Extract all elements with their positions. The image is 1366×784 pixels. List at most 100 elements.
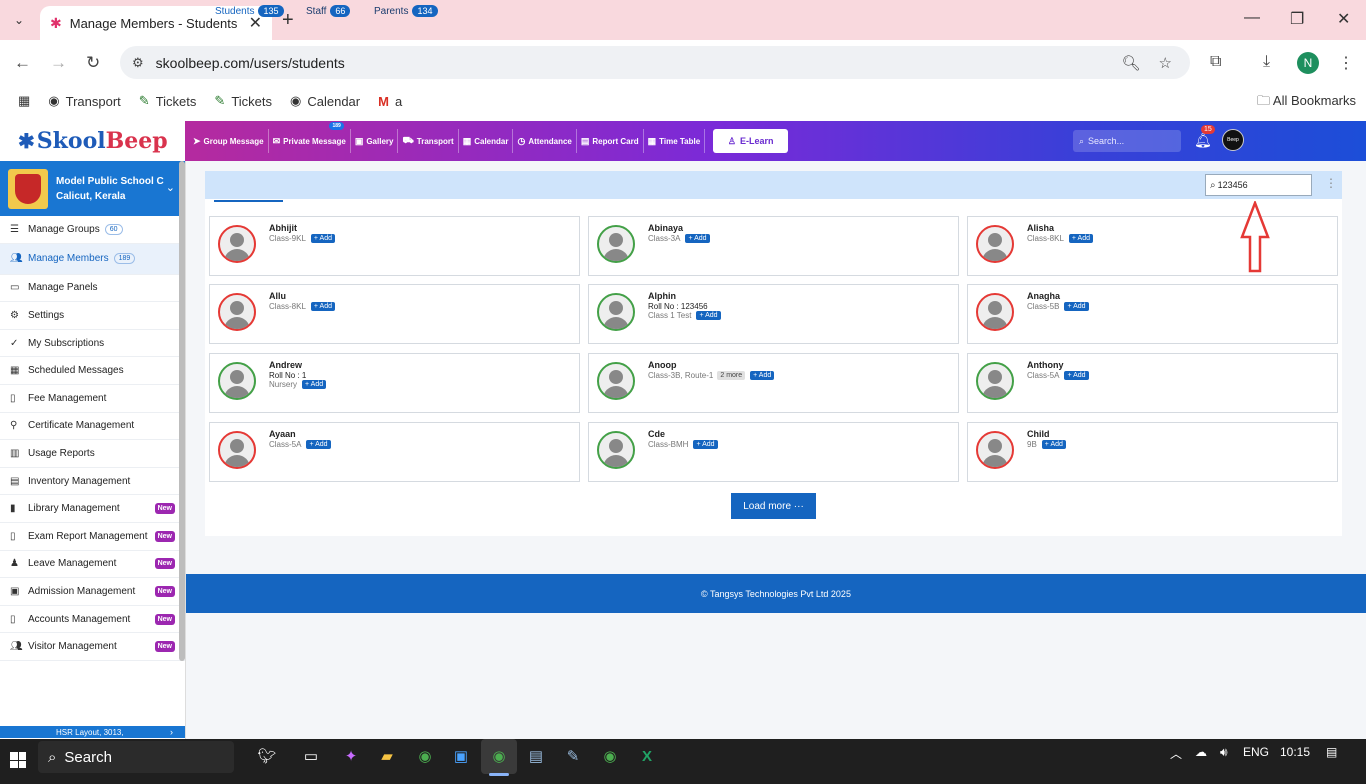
restore-icon[interactable]: ❐ <box>1290 9 1304 29</box>
add-button[interactable]: + Add <box>306 440 331 449</box>
task-view-icon[interactable]: ▭ <box>300 745 322 767</box>
nav-time-table[interactable]: ▦ Time Table <box>644 129 706 153</box>
member-card[interactable]: Child 9B + Add <box>967 422 1338 482</box>
notifications-icon[interactable]: ▤ <box>1326 745 1337 759</box>
site-info-icon[interactable]: ⚙ <box>132 55 144 71</box>
store-icon[interactable]: ▣ <box>450 745 472 767</box>
sidebar-item-fee-management[interactable]: ▯ Fee Management <box>0 385 185 413</box>
more-classes-badge[interactable]: 2 more <box>717 371 746 380</box>
load-more-button[interactable]: Load more ··· <box>731 493 816 519</box>
tab-staff[interactable]: Staff 66 <box>306 5 351 17</box>
excel-icon[interactable]: X <box>636 745 658 767</box>
new-tab-icon[interactable]: + <box>282 9 294 32</box>
notepad-icon[interactable]: ▤ <box>525 745 547 767</box>
add-button[interactable]: + Add <box>693 440 718 449</box>
chrome-active-icon[interactable]: ◉ <box>488 745 510 767</box>
add-button[interactable]: + Add <box>310 234 336 243</box>
zoom-icon[interactable]: 🔍︎ <box>1122 54 1141 72</box>
copilot-icon[interactable]: ✦ <box>340 745 362 767</box>
chevron-right-icon[interactable]: › <box>170 727 173 737</box>
member-card[interactable]: Andrew Roll No : 1 Nursery + Add <box>209 353 580 413</box>
school-selector[interactable]: Model Public School C Calicut, Kerala ⌄ <box>0 161 185 216</box>
bookmark-tickets-2[interactable]: ✎ Tickets <box>214 93 272 109</box>
member-card[interactable]: Abhijit Class-9KL + Add <box>209 216 580 276</box>
user-avatar[interactable]: Beep <box>1222 129 1244 151</box>
sidebar-item-inventory-management[interactable]: ▤ Inventory Management <box>0 468 185 496</box>
minimize-icon[interactable]: — <box>1244 9 1260 27</box>
add-button[interactable]: + Add <box>310 302 336 311</box>
url-text[interactable]: skoolbeep.com/users/students <box>156 55 1122 71</box>
volume-icon[interactable]: 🔊︎ <box>1220 745 1228 760</box>
bell-icon[interactable]: 🔔︎ <box>1194 132 1212 149</box>
sidebar-item-leave-management[interactable]: ♟ Leave Management New <box>0 551 185 579</box>
sidebar-item-certificate-management[interactable]: ⚲ Certificate Management <box>0 413 185 441</box>
add-button[interactable]: + Add <box>685 234 710 243</box>
sidebar-item-visitor-management[interactable]: 👥︎ Visitor Management New <box>0 633 185 661</box>
download-icon[interactable]: ⤓ <box>1263 53 1270 71</box>
member-card[interactable]: Anagha Class-5B + Add <box>967 284 1338 344</box>
nav-report-card[interactable]: ▤ Report Card <box>577 129 644 153</box>
nav-attendance[interactable]: ◷ Attendance <box>513 129 577 153</box>
all-bookmarks[interactable]: 🗀 All Bookmarks <box>1257 92 1356 114</box>
browser-menu-icon[interactable]: ⋮ <box>1338 53 1354 73</box>
chrome-profile-icon[interactable]: ◉ <box>599 745 621 767</box>
back-icon[interactable]: ← <box>14 53 31 73</box>
more-options-icon[interactable]: ⋮ <box>1325 176 1337 190</box>
nav-private-message[interactable]: ✉ Private Message 189 <box>269 122 351 153</box>
skoolbeep-logo[interactable]: ✱ SkoolBeep <box>0 121 185 161</box>
nav-calendar[interactable]: ▦ Calendar <box>459 129 514 153</box>
top-search-input[interactable]: ⌕ Search... <box>1073 130 1181 152</box>
sidebar-item-usage-reports[interactable]: ▥ Usage Reports <box>0 440 185 468</box>
reload-icon[interactable]: ↻ <box>86 53 100 73</box>
member-card[interactable]: Cde Class-BMH + Add <box>588 422 959 482</box>
member-card[interactable]: Alisha Class-8KL + Add <box>967 216 1338 276</box>
sidebar-item-exam-report-management[interactable]: ▯ Exam Report Management New <box>0 523 185 551</box>
sidebar-item-scheduled-messages[interactable]: ▦ Scheduled Messages <box>0 357 185 385</box>
file-explorer-icon[interactable]: ▰ <box>376 745 398 767</box>
member-card[interactable]: Abinaya Class-3A + Add <box>588 216 959 276</box>
taskbar-search[interactable]: ⌕ Search <box>38 741 234 773</box>
forward-icon[interactable]: → <box>50 53 67 73</box>
sidebar-item-accounts-management[interactable]: ▯ Accounts Management New <box>0 606 185 634</box>
add-button[interactable]: + Add <box>750 371 775 380</box>
bookmark-gmail[interactable]: Ma <box>378 94 402 109</box>
sidebar-item-my-subscriptions[interactable]: ✓ My Subscriptions <box>0 330 185 358</box>
paint-icon[interactable]: ✎ <box>562 745 584 767</box>
clock[interactable]: 10:15 <box>1280 745 1310 759</box>
member-search-input[interactable] <box>1217 180 1304 190</box>
member-card[interactable]: Allu Class-8KL + Add <box>209 284 580 344</box>
bookmark-tickets-1[interactable]: ✎ Tickets <box>139 93 197 109</box>
tab-students[interactable]: Students 135 <box>215 5 284 17</box>
sidebar-item-settings[interactable]: ⚙ Settings <box>0 302 185 330</box>
tab-parents[interactable]: Parents 134 <box>374 5 438 17</box>
profile-avatar[interactable]: N <box>1297 52 1319 74</box>
sidebar-item-admission-management[interactable]: ▣ Admission Management New <box>0 578 185 606</box>
add-button[interactable]: + Add <box>1041 440 1066 449</box>
member-card[interactable]: Ayaan Class-5A + Add <box>209 422 580 482</box>
add-button[interactable]: + Add <box>696 311 721 320</box>
sidebar-scrollbar[interactable] <box>179 161 185 661</box>
language-indicator[interactable]: ENG <box>1243 745 1269 759</box>
bookmark-calendar[interactable]: ◉ Calendar <box>290 93 360 109</box>
add-button[interactable]: + Add <box>1068 234 1094 243</box>
bookmark-star-icon[interactable]: ☆ <box>1159 54 1172 72</box>
sidebar-item-manage-panels[interactable]: ▭ Manage Panels <box>0 275 185 303</box>
sidebar-item-manage-groups[interactable]: ☰ Manage Groups 60 <box>0 216 185 244</box>
network-icon[interactable]: ☁ <box>1195 745 1207 759</box>
windows-start-icon[interactable] <box>10 752 26 768</box>
nav-group-message[interactable]: ➤ Group Message <box>189 129 269 153</box>
member-search-box[interactable]: ⌕ <box>1205 174 1312 196</box>
add-button[interactable]: + Add <box>1064 371 1089 380</box>
apps-grid-icon[interactable]: ▦ <box>18 93 30 109</box>
extensions-icon[interactable]: ⧉ <box>1210 53 1221 71</box>
nav-gallery[interactable]: ▣ Gallery <box>351 129 399 153</box>
add-button[interactable]: + Add <box>1064 302 1089 311</box>
chevron-up-icon[interactable]: ︿ <box>1170 745 1182 762</box>
bookmark-transport[interactable]: ◉ Transport <box>48 93 121 109</box>
nav-transport[interactable]: ⛟ Transport <box>398 129 459 153</box>
sidebar-item-manage-members[interactable]: 👥︎ Manage Members 189 <box>0 243 185 275</box>
member-card[interactable]: Anoop Class-3B, Route-1 2 more + Add <box>588 353 959 413</box>
add-button[interactable]: + Add <box>302 380 327 389</box>
member-card[interactable]: Anthony Class-5A + Add <box>967 353 1338 413</box>
member-card[interactable]: Alphin Roll No : 123456 Class 1 Test + Ad… <box>588 284 959 344</box>
